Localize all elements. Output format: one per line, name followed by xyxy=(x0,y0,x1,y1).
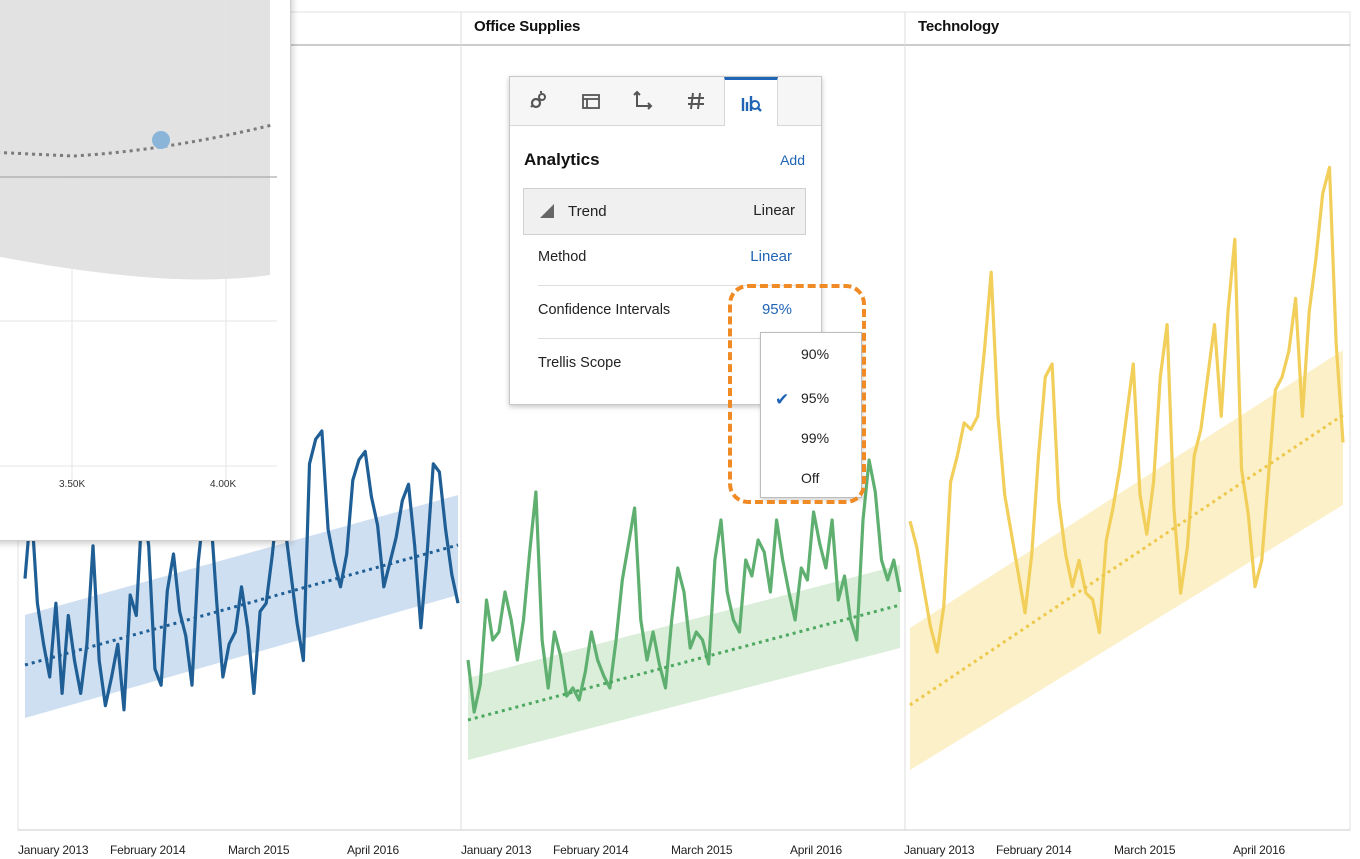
trend-line xyxy=(909,413,1344,707)
x-tick-label: February 2014 xyxy=(110,843,186,857)
tab-axis[interactable] xyxy=(617,77,669,125)
x-tick-label: January 2013 xyxy=(461,843,532,857)
general-icon xyxy=(530,91,546,109)
overlay-data-point xyxy=(152,131,170,149)
trend-value: Linear xyxy=(753,202,795,219)
x-tick-label: February 2014 xyxy=(553,843,629,857)
confidence-intervals-label: Confidence Intervals xyxy=(538,302,671,318)
overlay-x-tick: 3.50K xyxy=(59,479,86,490)
method-label: Method xyxy=(538,249,587,265)
dropdown-option-label: 95% xyxy=(801,390,830,406)
collapse-triangle-icon[interactable] xyxy=(540,204,554,218)
x-tick-label: January 2013 xyxy=(904,843,975,857)
checkmark-icon: ✔ xyxy=(775,390,790,409)
confidence-intervals-value[interactable]: 95% xyxy=(762,301,792,318)
panel-header-office-supplies: Office Supplies xyxy=(474,18,581,35)
confidence-interval-dropdown: 90% ✔ 95% 99% Off xyxy=(760,332,862,498)
analytics-title: Analytics xyxy=(524,150,600,169)
x-tick-label: April 2016 xyxy=(790,843,843,857)
overlay-chart-canvas xyxy=(0,0,290,540)
dropdown-option-99[interactable]: 99% xyxy=(761,419,861,457)
x-tick-label: January 2013 xyxy=(18,843,89,857)
number-format-icon xyxy=(688,92,704,110)
overlay-x-tick: 4.00K xyxy=(210,479,237,490)
trend-label: Trend xyxy=(568,203,607,220)
axis-icon xyxy=(633,90,653,110)
layout-icon xyxy=(582,94,600,109)
dropdown-option-95[interactable]: ✔ 95% xyxy=(761,379,861,417)
x-tick-label: March 2015 xyxy=(671,843,733,857)
panel-header-technology: Technology xyxy=(918,18,1000,35)
dropdown-option-90[interactable]: 90% xyxy=(761,335,861,373)
dropdown-option-off[interactable]: Off xyxy=(761,459,861,497)
x-tick-label: March 2015 xyxy=(228,843,290,857)
x-tick-label: April 2016 xyxy=(347,843,400,857)
method-value[interactable]: Linear xyxy=(750,248,792,265)
method-row: Method Linear xyxy=(538,233,804,286)
x-tick-label: March 2015 xyxy=(1114,843,1176,857)
tab-analytics[interactable] xyxy=(724,77,778,126)
tab-general[interactable] xyxy=(512,77,564,125)
add-analytics-button[interactable]: Add xyxy=(780,152,805,168)
trellis-scope-label: Trellis Scope xyxy=(538,355,622,371)
dropdown-option-label: 90% xyxy=(801,346,830,362)
dropdown-option-label: 99% xyxy=(801,430,830,446)
overlay-chart-popup: 3.50K 4.00K xyxy=(0,0,291,541)
overlay-confidence-band xyxy=(0,0,270,280)
x-tick-label: February 2014 xyxy=(996,843,1072,857)
tab-layout[interactable] xyxy=(565,77,617,125)
x-tick-label: April 2016 xyxy=(1233,843,1286,857)
properties-tab-bar xyxy=(510,77,821,126)
dropdown-option-label: Off xyxy=(801,470,820,486)
tab-number-format[interactable] xyxy=(670,77,722,125)
trend-row[interactable]: Trend Linear xyxy=(523,188,806,235)
analytics-icon xyxy=(741,96,762,112)
